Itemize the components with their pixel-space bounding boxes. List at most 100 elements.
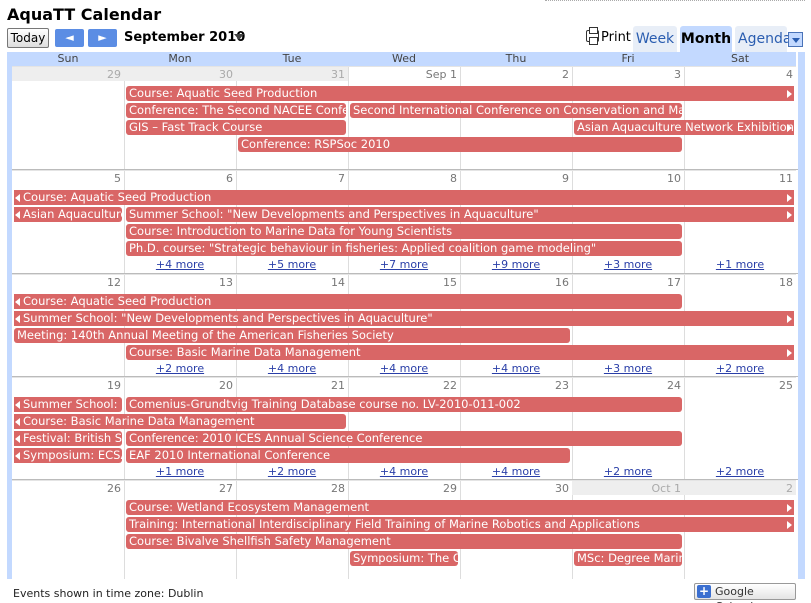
event-chip[interactable]: Course: Aquatic Seed Production — [14, 294, 682, 309]
prev-month-button[interactable]: ◄ — [55, 29, 84, 47]
event-chip[interactable]: Conference: The Second NACEE Conference — [126, 103, 346, 118]
more-events-link[interactable]: +2 more — [236, 465, 348, 478]
event-chip[interactable]: Summer School: "New Developments and Per… — [126, 207, 794, 222]
date-number[interactable]: Sep 1 — [348, 66, 460, 81]
date-number[interactable]: 22 — [348, 377, 460, 392]
date-number[interactable]: 18 — [684, 274, 796, 289]
date-number[interactable]: 19 — [12, 377, 124, 392]
date-number[interactable]: 10 — [572, 170, 684, 185]
more-events-link[interactable]: +9 more — [460, 258, 572, 271]
date-number[interactable]: 14 — [236, 274, 348, 289]
more-events-link[interactable]: +4 more — [460, 362, 572, 375]
next-month-button[interactable]: ► — [88, 29, 117, 47]
more-events-link[interactable]: +2 more — [124, 362, 236, 375]
event-chip[interactable]: Course: Aquatic Seed Production — [126, 86, 794, 101]
more-events-link[interactable]: +3 more — [572, 362, 684, 375]
event-title: Meeting: 140th Annual Meeting of the Ame… — [17, 328, 394, 342]
date-number[interactable]: 11 — [684, 170, 796, 185]
continues-right-icon — [787, 124, 792, 132]
event-chip[interactable]: MSc: Degree Marine — [574, 551, 682, 566]
date-number[interactable]: 25 — [684, 377, 796, 392]
event-chip[interactable]: Meeting: 140th Annual Meeting of the Ame… — [14, 328, 570, 343]
event-title: Conference: The Second NACEE Conference — [129, 103, 346, 117]
event-chip[interactable]: Festival: British Science Festival — [14, 431, 122, 446]
event-chip[interactable]: Course: Wetland Ecosystem Management — [126, 500, 794, 515]
more-events-link[interactable]: +2 more — [684, 465, 796, 478]
more-events-link[interactable]: +4 more — [348, 362, 460, 375]
right-arrow-icon: ► — [98, 31, 107, 44]
event-chip[interactable]: Course: Introduction to Marine Data for … — [126, 224, 682, 239]
more-events-link[interactable]: +1 more — [684, 258, 796, 271]
continues-right-icon — [787, 194, 792, 202]
event-title: Conference: 2010 ICES Annual Science Con… — [129, 431, 423, 445]
date-number[interactable]: 28 — [236, 480, 348, 495]
event-chip[interactable]: Course: Basic Marine Data Management — [126, 345, 794, 360]
chevron-down-icon[interactable] — [234, 34, 244, 40]
event-chip[interactable]: Summer School: "New Developments and Per… — [14, 397, 122, 412]
event-chip[interactable]: Comenius-Grundtvig Training Database cou… — [126, 397, 682, 412]
event-chip[interactable]: Ph.D. course: "Strategic behaviour in fi… — [126, 241, 682, 256]
tab-month[interactable]: Month — [680, 26, 732, 52]
date-number[interactable]: 3 — [572, 66, 684, 81]
date-number[interactable]: 7 — [236, 170, 348, 185]
date-number[interactable]: 21 — [236, 377, 348, 392]
date-number[interactable]: 27 — [124, 480, 236, 495]
event-chip[interactable]: Course: Bivalve Shellfish Safety Managem… — [126, 534, 682, 549]
date-number[interactable]: Oct 1 — [572, 480, 684, 495]
more-events-link[interactable]: +4 more — [460, 465, 572, 478]
date-number[interactable]: 26 — [12, 480, 124, 495]
event-chip[interactable]: Course: Aquatic Seed Production — [14, 190, 794, 205]
event-chip[interactable]: Course: Basic Marine Data Management — [14, 414, 346, 429]
event-chip[interactable]: GIS – Fast Track Course — [126, 120, 346, 135]
more-events-link[interactable]: +4 more — [124, 258, 236, 271]
event-chip[interactable]: Summer School: "New Developments and Per… — [14, 311, 794, 326]
more-events-link[interactable]: +7 more — [348, 258, 460, 271]
date-number[interactable]: 30 — [124, 66, 236, 81]
date-number[interactable]: 2 — [460, 66, 572, 81]
event-chip[interactable]: Asian Aquaculture Network Exhibition — [14, 207, 122, 222]
date-number[interactable]: 13 — [124, 274, 236, 289]
google-calendar-button[interactable]: + Google Calendar — [694, 583, 796, 603]
more-events-link[interactable]: +4 more — [348, 465, 460, 478]
date-number[interactable]: 16 — [460, 274, 572, 289]
date-number[interactable]: 15 — [348, 274, 460, 289]
more-events-link[interactable]: +1 more — [124, 465, 236, 478]
date-number[interactable]: 24 — [572, 377, 684, 392]
date-number[interactable]: 4 — [684, 66, 796, 81]
date-number[interactable]: 23 — [460, 377, 572, 392]
date-number[interactable]: 12 — [12, 274, 124, 289]
date-number[interactable]: 29 — [12, 66, 124, 81]
event-chip[interactable]: EAF 2010 International Conference — [126, 448, 570, 463]
more-events-link[interactable]: +2 more — [684, 362, 796, 375]
date-number[interactable]: 20 — [124, 377, 236, 392]
date-number[interactable]: 2 — [684, 480, 796, 495]
date-number[interactable]: 30 — [460, 480, 572, 495]
more-events-link[interactable]: +5 more — [236, 258, 348, 271]
more-events-link[interactable]: +4 more — [236, 362, 348, 375]
today-button[interactable]: Today — [7, 28, 49, 48]
more-events-link[interactable]: +3 more — [572, 258, 684, 271]
event-title: Course: Aquatic Seed Production — [23, 190, 212, 204]
date-number[interactable]: 6 — [124, 170, 236, 185]
event-title: Course: Introduction to Marine Data for … — [129, 224, 453, 238]
plus-icon: + — [697, 584, 711, 598]
agenda-dropdown-icon[interactable] — [788, 32, 803, 47]
event-chip[interactable]: Symposium: The Ocean — [350, 551, 458, 566]
tab-week[interactable]: Week — [633, 26, 677, 52]
event-chip[interactable]: Conference: RSPSoc 2010 — [238, 137, 682, 152]
event-chip[interactable]: Second International Conference on Conse… — [350, 103, 682, 118]
tab-agenda[interactable]: Agenda — [735, 26, 791, 52]
print-button[interactable]: Print — [586, 27, 631, 45]
date-number[interactable]: 29 — [348, 480, 460, 495]
date-number[interactable]: 8 — [348, 170, 460, 185]
event-chip[interactable]: Training: International Interdisciplinar… — [126, 517, 794, 532]
date-number[interactable]: 31 — [236, 66, 348, 81]
event-chip[interactable]: Asian Aquaculture Network Exhibition — [574, 120, 794, 135]
google-calendar-label: Google Calendar — [715, 585, 764, 603]
date-number[interactable]: 17 — [572, 274, 684, 289]
event-chip[interactable]: Symposium: ECSA 47 — [14, 448, 122, 463]
more-events-link[interactable]: +2 more — [572, 465, 684, 478]
date-number[interactable]: 9 — [460, 170, 572, 185]
date-number[interactable]: 5 — [12, 170, 124, 185]
event-chip[interactable]: Conference: 2010 ICES Annual Science Con… — [126, 431, 682, 446]
